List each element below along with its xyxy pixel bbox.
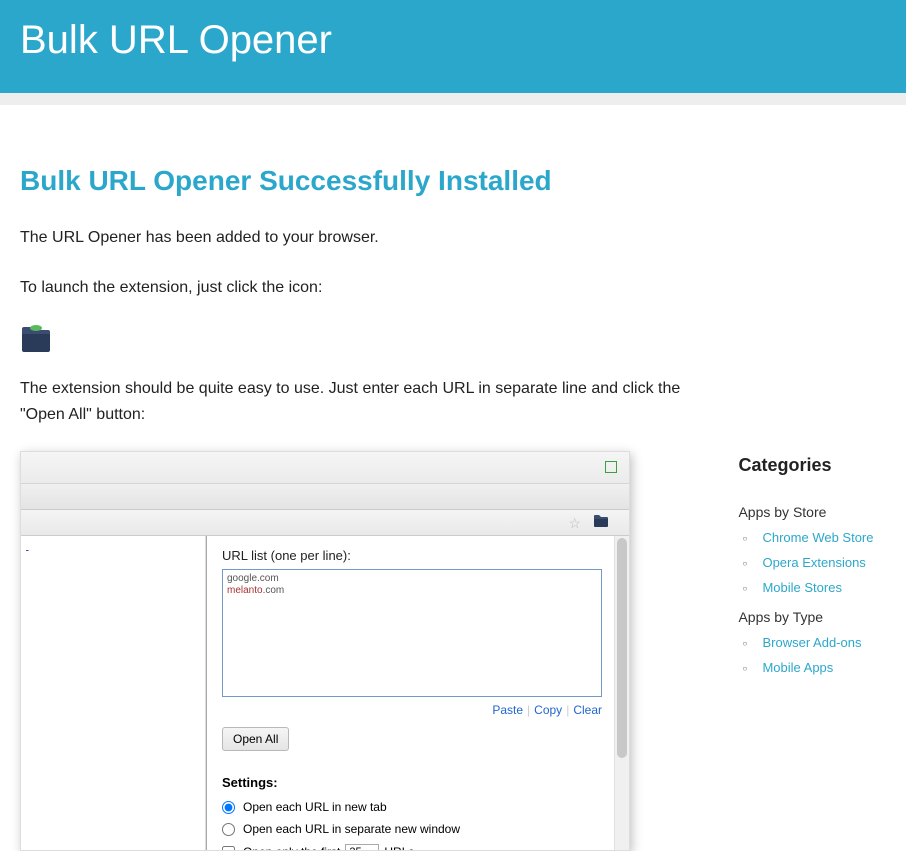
intro-text-3: The extension should be quite easy to us… — [20, 376, 708, 427]
maximize-icon — [605, 461, 617, 473]
copy-link[interactable]: Copy — [534, 703, 562, 717]
main-column: Bulk URL Opener Successfully Installed T… — [20, 165, 738, 851]
extension-popup-panel: URL list (one per line): google.commelan… — [206, 536, 629, 850]
extension-folder-icon — [20, 324, 52, 352]
url-list-textarea[interactable]: google.commelanto.com — [222, 569, 602, 697]
sidebar-group-type: Apps by Type — [738, 609, 886, 625]
sidebar-item-addons[interactable]: Browser Add-ons — [752, 635, 886, 650]
scrollbar-thumb[interactable] — [617, 538, 627, 758]
tab-strip — [21, 484, 629, 510]
clear-link[interactable]: Clear — [573, 703, 602, 717]
star-icon: ☆ — [568, 515, 581, 532]
preview-left-page — [21, 536, 206, 850]
sidebar-heading: Categories — [738, 455, 886, 476]
intro-text-1: The URL Opener has been added to your br… — [20, 225, 708, 251]
preview-browser-window: ☆ URL list (one per line): goog — [20, 451, 630, 851]
textarea-actions: Paste|Copy|Clear — [222, 703, 602, 717]
sidebar-item-opera[interactable]: Opera Extensions — [752, 555, 886, 570]
intro-text-2: To launch the extension, just click the … — [20, 275, 708, 301]
page-title: Bulk URL Opener Successfully Installed — [20, 165, 708, 197]
only-first-count-input[interactable] — [345, 844, 379, 851]
browser-toolbar: ☆ — [21, 510, 629, 536]
sidebar-item-mobile-stores[interactable]: Mobile Stores — [752, 580, 886, 595]
checkbox-only-first[interactable] — [222, 846, 235, 851]
site-title: Bulk URL Opener — [20, 18, 886, 63]
setting-new-window[interactable]: Open each URL in separate new window — [222, 822, 602, 836]
radio-new-window[interactable] — [222, 823, 235, 836]
url-list-label: URL list (one per line): — [222, 548, 602, 563]
setting-new-tab[interactable]: Open each URL in new tab — [222, 800, 602, 814]
scrollbar[interactable] — [614, 536, 629, 850]
sidebar-item-mobile-apps[interactable]: Mobile Apps — [752, 660, 886, 675]
sidebar-item-chrome[interactable]: Chrome Web Store — [752, 530, 886, 545]
sidebar: Categories Apps by Store Chrome Web Stor… — [738, 165, 886, 851]
header-banner: Bulk URL Opener — [0, 0, 906, 93]
preview-titlebar — [21, 452, 629, 484]
paste-link[interactable]: Paste — [492, 703, 523, 717]
open-all-button[interactable]: Open All — [222, 727, 289, 751]
sidebar-group-store: Apps by Store — [738, 504, 886, 520]
settings-heading: Settings: — [222, 775, 602, 790]
divider-strip — [0, 93, 906, 105]
extension-toolbar-icon[interactable] — [593, 514, 609, 528]
radio-new-tab[interactable] — [222, 801, 235, 814]
setting-only-first[interactable]: Open only the first URLs — [222, 844, 602, 851]
